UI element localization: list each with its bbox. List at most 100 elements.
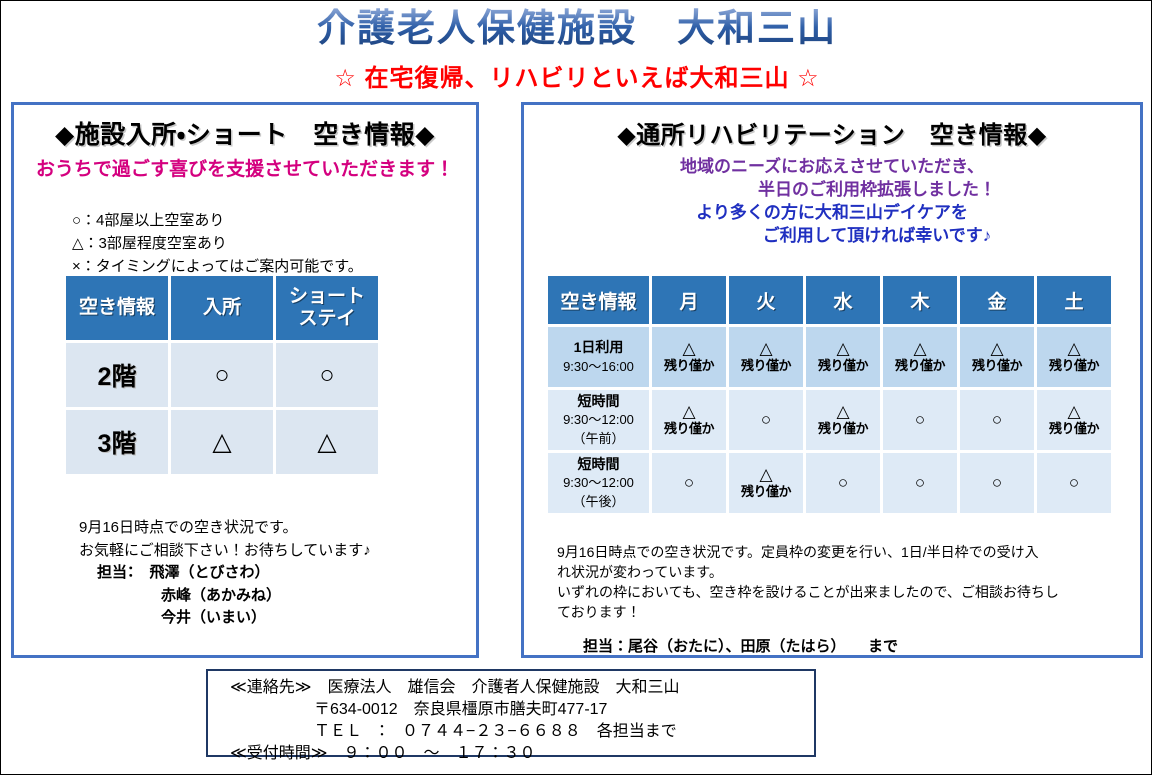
cell-morning-fri: ○ <box>960 390 1034 450</box>
morning-period: （午前） <box>572 431 625 447</box>
col-header-availability: 空き情報 <box>548 276 649 324</box>
legend-item-triangle: △：3部屋程度空室あり <box>72 234 227 252</box>
left-footer-line2: お気軽にご相談下さい！お待ちしています♪ <box>79 541 371 559</box>
tagline-line-1: 地域のニーズにお応えさせていただき、 <box>680 157 984 176</box>
availability-note: 残り僅か <box>817 420 869 436</box>
availability-mark: ○ <box>683 473 695 493</box>
availability-mark: ○ <box>914 473 926 493</box>
cell-floor2-admission: ○ <box>171 343 273 407</box>
col-header-short-stay: ショート ステイ <box>276 276 378 340</box>
cell-fullday-tue: △ 残り僅か <box>729 327 803 387</box>
right-footer-line1: 9月16日時点での空き状況です。定員枠の変更を行い、1日/半日枠での受け入 <box>557 544 1039 560</box>
admission-availability-table: 空き情報 入所 ショート ステイ 2階 ○ ○ 3階 △ △ <box>63 273 381 477</box>
left-staff-2: 赤峰（あかみね） <box>161 586 282 604</box>
morning-label: 短時間 <box>577 393 620 410</box>
cell-afternoon-sat: ○ <box>1037 453 1111 513</box>
row-label-fullday: 1日利用 9:30〜16:00 <box>548 327 649 387</box>
tagline-line-2: 半日のご利用枠拡張しました！ <box>758 179 996 199</box>
afternoon-period: （午後） <box>572 494 625 510</box>
poster-root: 介護老人保健施設 大和三山 ☆ 在宅復帰、リハビリといえば大和三山 ☆ ◆施設入… <box>0 0 1152 775</box>
availability-note: 残り僅か <box>663 420 715 436</box>
row-label-floor3: 3階 <box>66 410 168 474</box>
availability-note: 残り僅か <box>1048 420 1100 436</box>
availability-mark: △ <box>682 401 696 421</box>
availability-note: 残り僅か <box>740 483 792 499</box>
availability-mark: ○ <box>991 473 1003 493</box>
page-subtitle: ☆ 在宅復帰、リハビリといえば大和三山 ☆ <box>334 64 820 92</box>
legend-item-circle: ○：4部屋以上空室あり <box>72 211 225 229</box>
col-header-saturday: 土 <box>1037 276 1111 324</box>
daycare-availability-table: 空き情報 月 火 水 木 金 土 1日利用 9:30〜16:00 △ 残り僅か <box>545 273 1114 516</box>
row-label-floor2: 2階 <box>66 343 168 407</box>
availability-mark: △ <box>317 428 337 456</box>
right-panel-tagline: 地域のニーズにお応えさせていただき、 半日のご利用枠拡張しました！ より多くの方… <box>524 156 1140 248</box>
title-block: 介護老人保健施設 大和三山 ☆ 在宅復帰、リハビリといえば大和三山 ☆ <box>1 7 1151 93</box>
availability-mark: ○ <box>837 473 849 493</box>
short-stay-line1: ショート <box>288 286 365 308</box>
cell-morning-sat: △ 残り僅か <box>1037 390 1111 450</box>
col-header-monday: 月 <box>652 276 726 324</box>
col-header-friday: 金 <box>960 276 1034 324</box>
availability-note: 残り僅か <box>740 357 792 373</box>
availability-note: 残り僅か <box>971 357 1023 373</box>
right-footer-line4: ております！ <box>557 603 641 620</box>
availability-mark: △ <box>990 338 1004 358</box>
col-header-tuesday: 火 <box>729 276 803 324</box>
availability-note: 残り僅か <box>663 357 715 373</box>
cell-morning-thu: ○ <box>883 390 957 450</box>
availability-mark: △ <box>759 464 773 484</box>
left-panel-heading: ◆施設入所・ショート 空き情報◆ <box>55 121 435 149</box>
left-panel-footer: 9月16日時点での空き状況です。 お気軽にご相談下さい！お待ちしています♪ 担当… <box>79 517 371 630</box>
cell-morning-mon: △ 残り僅か <box>652 390 726 450</box>
table-row: 3階 △ △ <box>66 410 378 474</box>
morning-time: 9:30〜12:00 <box>563 412 634 428</box>
contact-line-tel: ＴＥＬ ： ０７４４−２３−６６８８ 各担当まで <box>314 723 677 741</box>
availability-mark: △ <box>759 338 773 358</box>
col-header-availability: 空き情報 <box>66 276 168 340</box>
right-panel-heading: ◆通所リハビリテーション 空き情報◆ <box>617 122 1047 149</box>
availability-note: 残り僅か <box>894 357 946 373</box>
tagline-line-4: ご利用して頂ければ幸いです♪ <box>762 225 992 245</box>
cell-fullday-mon: △ 残り僅か <box>652 327 726 387</box>
afternoon-label: 短時間 <box>577 456 620 473</box>
row-label-morning: 短時間 9:30〜12:00 （午前） <box>548 390 649 450</box>
availability-legend: ○：4部屋以上空室あり △：3部屋程度空室あり ×：タイミングによってはご案内可… <box>72 209 476 279</box>
right-panel-footer: 9月16日時点での空き状況です。定員枠の変更を行い、1日/半日枠での受け入 れ状… <box>557 543 1127 657</box>
table-header-row: 空き情報 月 火 水 木 金 土 <box>548 276 1111 324</box>
table-row-fullday: 1日利用 9:30〜16:00 △ 残り僅か △ 残り僅か △ 残り僅か △ 残… <box>548 327 1111 387</box>
left-staff-1: 担当： 飛澤（とびさわ） <box>97 564 270 581</box>
left-panel-tagline: おうちで過ごす喜びを支援させていただきます！ <box>35 159 455 180</box>
availability-mark: △ <box>1067 338 1081 358</box>
cell-floor3-shortstay: △ <box>276 410 378 474</box>
col-header-thursday: 木 <box>883 276 957 324</box>
table-row-morning: 短時間 9:30〜12:00 （午前） △ 残り僅か ○ △ 残り僅か ○ ○ … <box>548 390 1111 450</box>
cell-fullday-thu: △ 残り僅か <box>883 327 957 387</box>
availability-mark: ○ <box>991 410 1003 430</box>
cell-afternoon-mon: ○ <box>652 453 726 513</box>
cell-afternoon-thu: ○ <box>883 453 957 513</box>
availability-mark: ○ <box>914 410 926 430</box>
right-footer-line2: れ状況が変わっています。 <box>557 563 723 580</box>
page-title: 介護老人保健施設 大和三山 <box>1 7 1151 52</box>
contact-line-organization: ≪連絡先≫ 医療法人 雄信会 介護者人保健施設 大和三山 <box>230 679 680 696</box>
availability-mark: △ <box>1067 401 1081 421</box>
right-staff: 担当：尾谷（おたに）、田原（たはら） まで <box>583 637 899 655</box>
availability-mark: △ <box>212 428 232 456</box>
cell-afternoon-wed: ○ <box>806 453 880 513</box>
table-row: 2階 ○ ○ <box>66 343 378 407</box>
contact-box: ≪連絡先≫ 医療法人 雄信会 介護者人保健施設 大和三山 〒634-0012 奈… <box>206 669 816 762</box>
availability-mark: ○ <box>319 360 335 389</box>
availability-mark: △ <box>913 338 927 358</box>
afternoon-time: 9:30〜12:00 <box>563 475 634 491</box>
fullday-time: 9:30〜16:00 <box>563 358 634 374</box>
availability-mark: ○ <box>760 410 772 430</box>
cell-afternoon-tue: △ 残り僅か <box>729 453 803 513</box>
short-stay-line2: ステイ <box>298 308 356 329</box>
row-label-afternoon: 短時間 9:30〜12:00 （午後） <box>548 453 649 513</box>
availability-mark: △ <box>836 401 850 421</box>
availability-mark: △ <box>836 338 850 358</box>
cell-floor2-shortstay: ○ <box>276 343 378 407</box>
availability-note: 残り僅か <box>1048 357 1100 373</box>
cell-fullday-fri: △ 残り僅か <box>960 327 1034 387</box>
availability-note: 残り僅か <box>817 357 869 373</box>
